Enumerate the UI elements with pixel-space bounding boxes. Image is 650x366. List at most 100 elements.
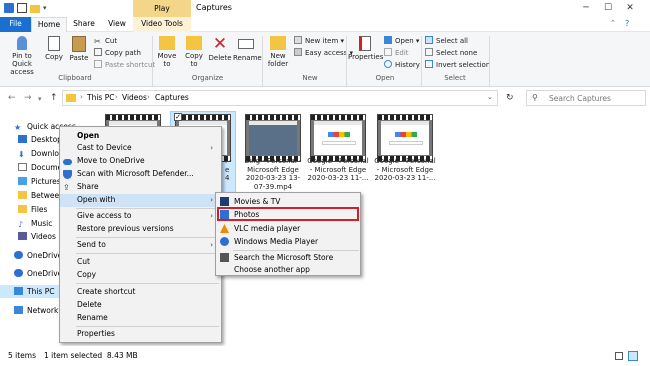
close-button[interactable]: ✕	[622, 0, 638, 17]
menu-item-open-with[interactable]: Open with ›	[60, 194, 221, 207]
edit-icon	[384, 48, 392, 56]
submenu-item-vlc[interactable]: VLC media player	[216, 222, 360, 235]
menu-item-copy[interactable]: Copy	[60, 269, 221, 282]
menu-item-cut[interactable]: Cut	[60, 256, 221, 269]
breadcrumb-videos[interactable]: Videos	[122, 93, 147, 102]
maximize-button[interactable]: ☐	[600, 0, 616, 17]
move-to-button[interactable]: Move to	[154, 36, 180, 68]
nav-documents[interactable]: Docume	[18, 161, 62, 174]
rename-icon	[238, 39, 254, 49]
menu-item-cast-to-device[interactable]: Cast to Device ›	[60, 142, 221, 155]
ribbon-separator	[152, 36, 153, 86]
submenu-item-wmp[interactable]: Windows Media Player	[216, 235, 360, 248]
forward-arrow-icon[interactable]: →	[24, 93, 32, 103]
menu-item-scan-defender[interactable]: Scan with Microsoft Defender...	[60, 168, 221, 181]
menu-separator	[76, 253, 219, 254]
select-all-button[interactable]: Select all	[425, 35, 490, 47]
select-none-button[interactable]: Select none	[425, 47, 490, 59]
tab-share[interactable]: Share	[67, 17, 101, 32]
cut-button[interactable]: ✂ Cut	[94, 35, 155, 47]
details-view-icon[interactable]	[615, 352, 623, 360]
menu-item-share[interactable]: ⇪ Share	[60, 181, 221, 194]
checkbox-icon[interactable]: ✓	[174, 113, 182, 121]
tab-file[interactable]: File	[0, 17, 31, 32]
tab-view[interactable]: View	[101, 17, 133, 32]
nav-onedrive-2[interactable]: OneDrive	[14, 267, 62, 280]
menu-item-properties[interactable]: Properties	[60, 328, 221, 341]
cut-label: Cut	[105, 37, 118, 45]
customize-qat-icon[interactable]: ▾	[43, 3, 53, 13]
open-icon	[384, 36, 392, 44]
invert-selection-button[interactable]: Invert selection	[425, 59, 490, 71]
menu-item-create-shortcut[interactable]: Create shortcut	[60, 286, 221, 299]
folder-icon	[18, 191, 27, 199]
minimize-button[interactable]: ─	[578, 0, 594, 17]
paste-label: Paste	[69, 54, 89, 62]
file-thumbnail[interactable]	[377, 114, 433, 162]
rename-button[interactable]: Rename	[233, 36, 262, 62]
help-icon[interactable]: ?	[625, 19, 629, 28]
copy-to-button[interactable]: Copy to	[181, 36, 207, 68]
pin-label: Pin to Quick access	[10, 52, 34, 76]
new-item-button[interactable]: New item ▾	[294, 35, 353, 47]
menu-item-move-to-onedrive[interactable]: Move to OneDrive	[60, 155, 221, 168]
pictures-icon	[18, 177, 27, 185]
new-folder-icon[interactable]	[30, 5, 40, 13]
edit-button[interactable]: Edit	[384, 47, 420, 59]
chevron-right-icon: ›	[80, 93, 83, 101]
copy-path-icon	[94, 48, 102, 56]
nav-between[interactable]: Between	[18, 189, 64, 202]
breadcrumb-captures[interactable]: Captures	[155, 93, 189, 102]
file-name-partial: l -e4	[225, 157, 232, 182]
nav-music[interactable]: ♪ Music	[18, 217, 52, 230]
submenu-item-choose-app[interactable]: Choose another app	[216, 263, 360, 276]
back-arrow-icon[interactable]: ←	[8, 93, 16, 103]
menu-item-delete[interactable]: Delete	[60, 299, 221, 312]
menu-item-rename[interactable]: Rename	[60, 312, 221, 325]
highlight-box	[217, 207, 359, 221]
nav-videos[interactable]: Videos	[18, 230, 56, 243]
file-thumbnail[interactable]	[310, 114, 366, 162]
vlc-icon	[220, 224, 229, 233]
pin-quick-access-button[interactable]: Pin to Quick access	[2, 36, 42, 76]
menu-separator	[76, 326, 219, 327]
large-icons-view-icon[interactable]	[628, 351, 638, 361]
save-icon[interactable]	[4, 3, 14, 13]
tab-home[interactable]: Home	[31, 17, 67, 32]
chevron-down-icon[interactable]: ⌄	[487, 93, 493, 101]
nav-onedrive-1[interactable]: OneDrive	[14, 249, 62, 262]
properties-button[interactable]: Properties	[348, 36, 383, 61]
nav-pictures[interactable]: Pictures	[18, 175, 61, 188]
menu-item-give-access[interactable]: Give access to ›	[60, 210, 221, 223]
up-arrow-icon[interactable]: ↑	[50, 93, 58, 103]
delete-button[interactable]: ✕ Delete	[208, 36, 232, 63]
paste-button[interactable]: Paste	[67, 36, 91, 62]
menu-item-send-to[interactable]: Send to ›	[60, 239, 221, 252]
address-box[interactable]: › This PC › Videos › Captures ⌄	[62, 90, 498, 106]
media-player-icon	[220, 237, 229, 246]
open-button[interactable]: Open ▾	[384, 35, 420, 47]
nav-desktop[interactable]: Desktop	[18, 133, 62, 146]
expand-ribbon-icon[interactable]: ⌃	[610, 19, 616, 27]
menu-separator	[76, 208, 219, 209]
file-thumbnail[interactable]	[245, 114, 301, 162]
refresh-icon[interactable]: ↻	[506, 93, 514, 103]
nav-network[interactable]: Network	[14, 304, 58, 317]
breadcrumb-this-pc[interactable]: This PC	[87, 93, 114, 102]
context-menu: Open Cast to Device › Move to OneDrive Sc…	[59, 126, 222, 343]
paste-shortcut-button[interactable]: Paste shortcut	[94, 59, 155, 71]
recent-locations-icon[interactable]: ▾	[38, 95, 42, 103]
new-folder-button[interactable]: New folder	[264, 36, 292, 68]
menu-item-restore-versions[interactable]: Restore previous versions	[60, 223, 221, 236]
menu-item-open[interactable]: Open	[60, 130, 221, 143]
copy-button[interactable]: Copy	[42, 36, 66, 61]
tab-video-tools[interactable]: Video Tools	[133, 17, 191, 32]
easy-access-button[interactable]: Easy access ▾	[294, 47, 353, 59]
nav-files[interactable]: Files	[18, 203, 47, 216]
nav-downloads[interactable]: ⬇ Downlo	[18, 147, 59, 160]
history-button[interactable]: History	[384, 59, 420, 71]
clipboard-group-label: Clipboard	[58, 74, 92, 82]
copy-path-button[interactable]: Copy path	[94, 47, 155, 59]
properties-icon[interactable]	[17, 3, 27, 13]
search-input[interactable]: ⚲ Search Captures	[526, 90, 646, 106]
